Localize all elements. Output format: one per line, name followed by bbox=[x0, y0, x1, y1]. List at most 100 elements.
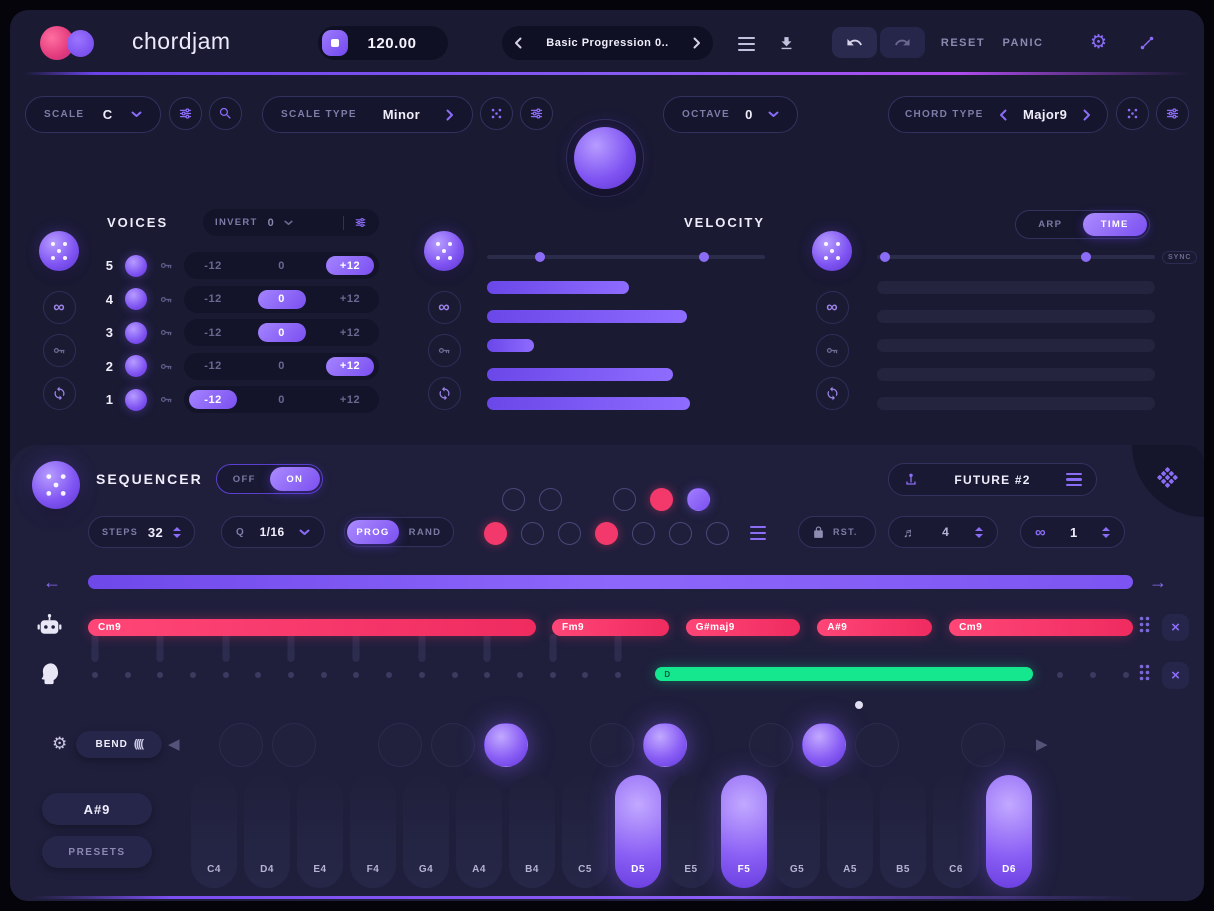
note-dot-F[interactable] bbox=[594, 521, 618, 545]
endless-toggle-button[interactable]: ∞ bbox=[815, 291, 849, 324]
sequencer-preset-menu-icon[interactable] bbox=[1066, 472, 1082, 487]
mod-step-dot[interactable] bbox=[418, 671, 425, 678]
settings-gear-icon[interactable]: ⚙ bbox=[1090, 33, 1107, 52]
chord-pad-F#4[interactable] bbox=[377, 723, 422, 767]
key-B5[interactable]: B5 bbox=[880, 775, 926, 888]
voice-key-icon[interactable] bbox=[159, 359, 174, 374]
mod-step-dot[interactable] bbox=[222, 671, 229, 678]
chord-pad-D#4[interactable] bbox=[271, 723, 316, 767]
note-selector-menu-icon[interactable] bbox=[750, 526, 766, 540]
chord-block[interactable]: Cm9 bbox=[949, 619, 1133, 636]
sync-cycle-button[interactable] bbox=[815, 377, 849, 410]
scale-search-button[interactable] bbox=[209, 97, 242, 130]
voice-toggle[interactable] bbox=[125, 321, 147, 344]
panic-button[interactable]: PANIC bbox=[995, 37, 1051, 49]
voice-key-icon[interactable] bbox=[159, 392, 174, 407]
stop-button[interactable] bbox=[322, 30, 348, 56]
rand-option[interactable]: RAND bbox=[399, 520, 451, 544]
scale-tune-button[interactable] bbox=[169, 97, 202, 130]
lock-key-button[interactable] bbox=[427, 334, 461, 367]
scale-type-selector[interactable]: SCALE TYPE Minor bbox=[262, 96, 473, 133]
sequencer-randomize-knob[interactable] bbox=[32, 461, 80, 509]
voice-offset-option[interactable]: 0 bbox=[258, 256, 306, 275]
timeline-position-bar[interactable] bbox=[88, 575, 1133, 589]
key-D6[interactable]: D6 bbox=[986, 775, 1032, 888]
seq-on-option[interactable]: ON bbox=[269, 467, 320, 491]
key-D5[interactable]: D5 bbox=[615, 775, 661, 888]
voice-toggle[interactable] bbox=[125, 254, 147, 277]
key-E4[interactable]: E4 bbox=[297, 775, 343, 888]
seq-off-option[interactable]: OFF bbox=[219, 467, 270, 491]
velocity-bar[interactable] bbox=[487, 397, 690, 410]
voice-offset-option[interactable]: 0 bbox=[257, 323, 306, 342]
voice-offset-option[interactable]: -12 bbox=[189, 290, 237, 309]
randomize-knob[interactable] bbox=[812, 231, 852, 271]
mod-step-dot[interactable] bbox=[582, 671, 589, 678]
loop-count-spinner[interactable] bbox=[1102, 526, 1110, 538]
time-bar[interactable] bbox=[877, 397, 1155, 410]
slider-handle[interactable] bbox=[1080, 252, 1091, 262]
key-E5[interactable]: E5 bbox=[668, 775, 714, 888]
voice-offset-option[interactable]: 0 bbox=[258, 390, 306, 409]
mod-step-dot[interactable] bbox=[288, 671, 295, 678]
chord-block[interactable]: A#9 bbox=[817, 619, 933, 636]
velocity-range-slider[interactable] bbox=[487, 252, 765, 262]
robot-track-icon[interactable] bbox=[36, 613, 63, 640]
chord-pad-C#6[interactable] bbox=[960, 723, 1005, 767]
chord-pad-C#5[interactable] bbox=[589, 723, 634, 767]
head-track-icon[interactable] bbox=[37, 661, 62, 686]
timeline-left-arrow[interactable]: ← bbox=[43, 573, 61, 591]
current-chord-display[interactable]: A#9 bbox=[42, 793, 152, 825]
bar-count-spinner[interactable] bbox=[975, 526, 983, 538]
presets-button[interactable]: PRESETS bbox=[42, 836, 152, 868]
velocity-bar[interactable] bbox=[487, 339, 535, 352]
mod-step-dot[interactable] bbox=[1089, 671, 1096, 678]
chord-block[interactable]: Fm9 bbox=[551, 619, 669, 636]
time-bar[interactable] bbox=[877, 339, 1155, 352]
note-dot-A[interactable] bbox=[668, 521, 692, 545]
velocity-bar[interactable] bbox=[487, 281, 629, 294]
voice-offset-option[interactable]: -12 bbox=[189, 390, 237, 409]
key-A4[interactable]: A4 bbox=[456, 775, 502, 888]
sync-cycle-button[interactable] bbox=[42, 377, 76, 410]
chord-length-handle[interactable] bbox=[352, 634, 360, 662]
velocity-bar[interactable] bbox=[487, 368, 674, 381]
pad-grid-icon[interactable] bbox=[1156, 466, 1179, 489]
patch-connect-icon[interactable] bbox=[1138, 34, 1156, 52]
arp-option[interactable]: ARP bbox=[1018, 213, 1083, 236]
mod-step-dot[interactable] bbox=[320, 671, 327, 678]
key-A5[interactable]: A5 bbox=[827, 775, 873, 888]
mod-step-dot[interactable] bbox=[516, 671, 523, 678]
mod-step-dot[interactable] bbox=[615, 671, 622, 678]
redo-button[interactable] bbox=[880, 27, 925, 58]
chord-length-handle[interactable] bbox=[418, 634, 426, 662]
key-C5[interactable]: C5 bbox=[562, 775, 608, 888]
randomize-knob[interactable] bbox=[39, 231, 79, 271]
mod-block[interactable]: D bbox=[655, 667, 1033, 681]
voice-key-icon[interactable] bbox=[159, 325, 174, 340]
mod-step-dot[interactable] bbox=[484, 671, 491, 678]
voice-offset-option[interactable]: 0 bbox=[257, 289, 306, 309]
prog-option[interactable]: PROG bbox=[347, 520, 399, 544]
note-dot-A#[interactable] bbox=[687, 488, 710, 511]
chord-filter-button[interactable] bbox=[1156, 97, 1189, 130]
menu-icon[interactable] bbox=[738, 37, 755, 51]
mod-step-dot[interactable] bbox=[255, 671, 262, 678]
mod-step-dot[interactable] bbox=[190, 671, 197, 678]
chord-track-close-button[interactable]: × bbox=[1162, 614, 1189, 641]
chevron-right-icon[interactable] bbox=[1083, 109, 1091, 121]
preset-name[interactable]: Basic Progression 0.. bbox=[522, 37, 693, 49]
bar-count-stepper[interactable]: ♬ 4 bbox=[888, 516, 998, 548]
chord-pad-G#5[interactable] bbox=[801, 723, 846, 767]
chord-length-handle[interactable] bbox=[222, 634, 230, 662]
mod-step-dot[interactable] bbox=[1122, 671, 1129, 678]
time-bar[interactable] bbox=[877, 310, 1155, 323]
note-dot-F#[interactable] bbox=[613, 488, 636, 511]
mod-track-close-button[interactable]: × bbox=[1162, 662, 1189, 689]
note-dot-G#[interactable] bbox=[650, 488, 673, 511]
slider-handle[interactable] bbox=[880, 252, 891, 262]
voice-key-icon[interactable] bbox=[159, 292, 174, 307]
chord-length-handle[interactable] bbox=[614, 634, 622, 662]
chevron-left-icon[interactable] bbox=[999, 109, 1007, 121]
mod-step-dot[interactable] bbox=[124, 671, 131, 678]
